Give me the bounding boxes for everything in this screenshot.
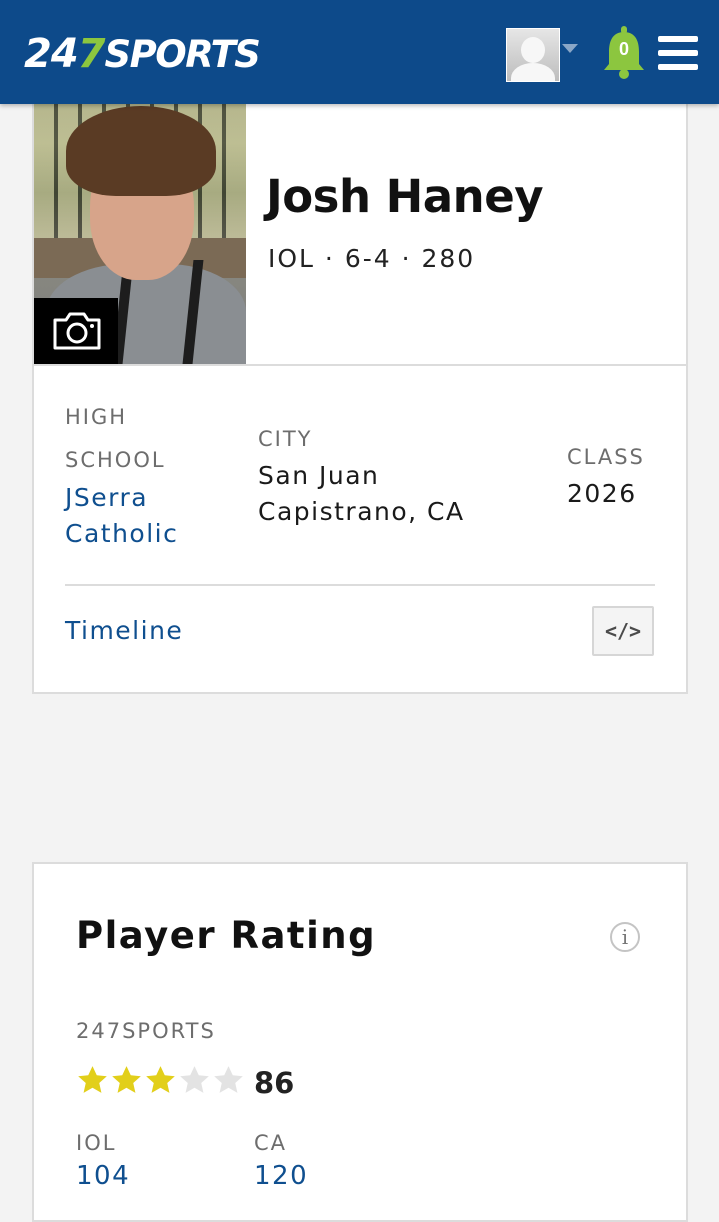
player-position-size: IOL · 6-4 · 280	[268, 244, 476, 273]
user-avatar-icon[interactable]	[506, 28, 560, 82]
logo-word: SPORTS	[104, 33, 261, 76]
player-photo	[34, 88, 246, 364]
city-label: CITY	[258, 427, 313, 451]
player-rating-title: Player Rating	[76, 914, 377, 957]
camera-icon[interactable]	[34, 298, 118, 364]
player-rating-card: Player Rating i 247SPORTS 86 IOL 104 CA …	[32, 862, 688, 1222]
star-empty-icon	[180, 1066, 209, 1093]
divider	[34, 364, 686, 366]
hamburger-menu-icon[interactable]	[658, 36, 698, 70]
info-icon[interactable]: i	[610, 922, 640, 952]
player-name: Josh Haney	[266, 170, 544, 223]
position-rank-link[interactable]: 104	[76, 1158, 130, 1194]
class-year: 2026	[567, 479, 637, 508]
timeline-link[interactable]: Timeline	[65, 616, 183, 645]
high-school-link[interactable]: JSerra Catholic	[65, 480, 235, 552]
rating-score: 86	[254, 1066, 295, 1100]
logo-number-accent: 7	[77, 31, 106, 77]
star-filled-icon	[78, 1066, 107, 1093]
caret-down-icon[interactable]	[562, 44, 578, 53]
top-nav-bar: 247SPORTS 0	[0, 0, 719, 104]
notification-count: 0	[618, 39, 629, 59]
star-filled-icon	[146, 1066, 175, 1093]
class-label: CLASS	[567, 445, 645, 469]
star-rating	[76, 1064, 246, 1104]
site-logo[interactable]: 247SPORTS	[24, 30, 261, 78]
star-filled-icon	[112, 1066, 141, 1093]
city-value: San Juan Capistrano, CA	[258, 461, 465, 526]
player-profile-card: Josh Haney IOL · 6-4 · 280 HIGH SCHOOL J…	[32, 86, 688, 694]
star-empty-icon	[214, 1066, 243, 1093]
divider	[65, 584, 655, 586]
embed-code-button[interactable]: </>	[592, 606, 654, 656]
logo-number: 24	[24, 31, 79, 77]
rating-source-label: 247SPORTS	[76, 1019, 216, 1043]
high-school-label: HIGH SCHOOL	[65, 405, 166, 472]
state-rank-link[interactable]: 120	[254, 1158, 308, 1194]
